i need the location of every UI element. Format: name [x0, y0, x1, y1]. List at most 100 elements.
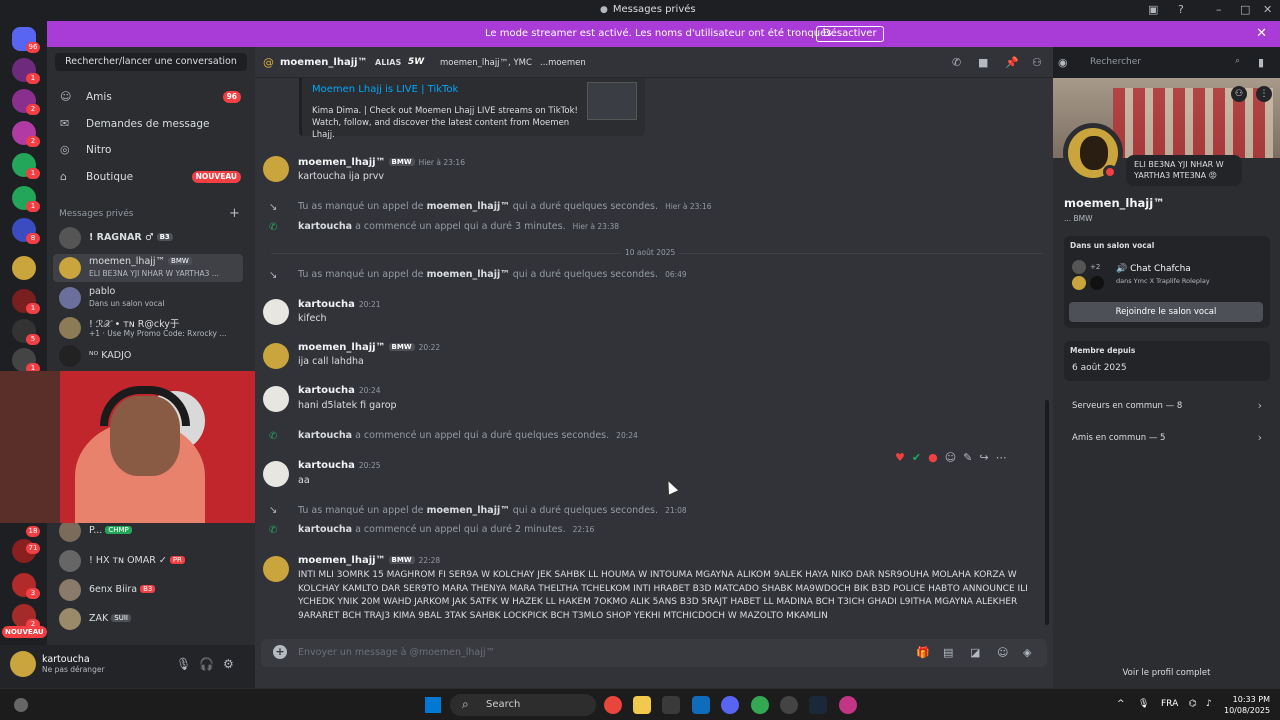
chrome-icon[interactable] [604, 696, 622, 714]
store-icon[interactable] [662, 696, 680, 714]
avatar [59, 317, 81, 339]
maximize-icon[interactable]: □ [1240, 3, 1250, 16]
message-scrollbar[interactable] [1045, 400, 1049, 625]
file-explorer-icon[interactable] [633, 696, 651, 714]
sticker-icon[interactable]: ◪ [970, 646, 980, 659]
avatar[interactable] [263, 386, 289, 412]
embed-description: Kima Dima. | Check out Moemen Lhajj LIVE… [312, 106, 578, 140]
inbox-icon[interactable]: ▮ [1258, 56, 1264, 69]
dm-item[interactable]: pablo Dans un salon vocal [53, 284, 243, 312]
dm-item[interactable]: ! HX ᴛɴ OMAR ✓ PR [53, 547, 243, 575]
message-text: aa [298, 475, 310, 486]
channel-name[interactable]: moemen_lhajj™ [280, 57, 368, 68]
message-text: kifech [298, 313, 327, 324]
windows-start-icon[interactable] [425, 697, 441, 713]
chrome-icon[interactable] [751, 696, 769, 714]
avatar[interactable] [263, 299, 289, 325]
view-full-profile-link[interactable]: Voir le profil complet [1053, 668, 1280, 678]
microphone-icon[interactable]: 🎙 [176, 657, 191, 671]
headset-icon[interactable]: 🎧 [199, 657, 214, 671]
widgets-icon[interactable] [14, 698, 28, 712]
rail-badge: 8 [26, 233, 40, 244]
reply-icon[interactable]: ↪ [979, 451, 995, 464]
dm-item[interactable]: ZAK SUII [53, 605, 243, 633]
search-icon: ⌕ [462, 697, 469, 711]
discord-icon[interactable] [721, 696, 739, 714]
profile-action-icon[interactable]: ⚇ [1231, 86, 1247, 102]
user-profile-icon[interactable]: ◉ [1058, 56, 1068, 69]
tray-chevron-icon[interactable]: ^ [1117, 699, 1125, 709]
avatar[interactable] [263, 556, 289, 582]
heart-reaction-icon[interactable]: ♥ [895, 451, 912, 464]
close-banner-icon[interactable]: ✕ [1256, 26, 1267, 41]
apps-gamepad-icon[interactable]: ◈ [1023, 646, 1031, 659]
taskbar-clock[interactable]: 10:33 PM 10/08/2025 [1224, 694, 1270, 716]
inbox-icon[interactable]: ▣ [1148, 3, 1158, 16]
steam-icon[interactable] [809, 696, 827, 714]
avatar[interactable] [263, 343, 289, 369]
outlook-icon[interactable] [692, 696, 710, 714]
flag-reaction-icon[interactable]: ● [928, 451, 945, 464]
more-options-icon[interactable]: ⋯ [996, 451, 1014, 464]
sidebar-item-nitro[interactable]: ◎ Nitro [53, 138, 249, 162]
message-author[interactable]: moemen_lhajj™ BMW 22:28 [298, 555, 440, 566]
message-author[interactable]: kartoucha 20:24 [298, 385, 381, 396]
sidebar-item-shop[interactable]: ⌂ Boutique NOUVEAU [53, 165, 249, 189]
close-window-icon[interactable]: ✕ [1263, 3, 1272, 16]
dm-item[interactable]: 6enx Biira B3 [53, 576, 243, 604]
mutual-servers-row[interactable]: Serveurs en commun — 8 › [1064, 392, 1270, 420]
embed-title[interactable]: Moemen Lhajj is LIVE | TikTok [312, 84, 458, 95]
sidebar-item-friends[interactable]: ☺ Amis 96 [53, 85, 249, 109]
dm-item[interactable]: ! RAGNAR ♂ B3 [53, 224, 243, 252]
create-dm-icon[interactable]: + [229, 206, 240, 221]
server-rail: 96 1 2 2 1 1 8 1 5 1 18 71 3 2 NOUVEAU [0, 21, 47, 688]
message-text: INTI MLI 3OMRK 15 MAGHROM FI SER9A W KOL… [298, 570, 1028, 621]
banner-image [1113, 88, 1273, 158]
window-title: Messages privés [600, 4, 696, 15]
minimize-icon[interactable]: – [1216, 3, 1222, 16]
language-indicator[interactable]: FRA [1161, 699, 1178, 709]
dm-name: P... CHMP [89, 525, 132, 536]
sidebar-item-message-requests[interactable]: ✉ Demandes de message [53, 112, 249, 136]
message-input[interactable]: + Envoyer un message à @moemen_lhajj™ 🎁 … [261, 639, 1047, 667]
help-icon[interactable]: ? [1178, 3, 1184, 16]
message-author[interactable]: moemen_lhajj™ BMW Hier à 23:16 [298, 157, 465, 168]
add-friends-icon[interactable]: ⚇ [1032, 56, 1042, 69]
microphone-icon[interactable]: 🎙 [1138, 699, 1149, 709]
message-author[interactable]: moemen_lhajj™ BMW 20:22 [298, 342, 440, 353]
voice-call-icon[interactable]: ✆ [952, 56, 961, 69]
mutual-friends-row[interactable]: Amis en commun — 5 › [1064, 424, 1270, 452]
avatar[interactable] [263, 461, 289, 487]
video-call-icon[interactable]: ■ [978, 56, 988, 69]
add-reaction-icon[interactable]: ☺ [945, 451, 963, 464]
message-author[interactable]: kartoucha 20:21 [298, 299, 381, 310]
dm-item[interactable]: ᴺᴼ KADJO [53, 342, 243, 370]
dm-item-active[interactable]: moemen_lhajj™ BMW ELI BE3NA YJI NHAR W YA… [53, 254, 243, 282]
volume-icon[interactable]: ♪ [1206, 699, 1212, 709]
message-author[interactable]: kartoucha 20:25 [298, 460, 381, 471]
chrome-icon[interactable] [839, 696, 857, 714]
dm-name: moemen_lhajj™ BMW [89, 256, 192, 267]
dm-item[interactable]: ! ℛ𝒳 • ᴛɴ R@cky于 +1 · Use My Promo Code:… [53, 314, 243, 342]
avatar[interactable] [263, 156, 289, 182]
search-input[interactable]: Rechercher ⌕ [1084, 52, 1246, 72]
join-voice-button[interactable]: Rejoindre le salon vocal [1069, 302, 1263, 322]
avatar[interactable] [10, 651, 36, 677]
check-reaction-icon[interactable]: ✔ [912, 451, 928, 464]
more-options-icon[interactable]: ⋮ [1256, 86, 1272, 102]
upload-plus-icon[interactable]: + [273, 645, 287, 659]
server-icon[interactable] [12, 256, 36, 280]
emoji-icon[interactable]: ☺ [997, 646, 1008, 659]
gift-icon[interactable]: 🎁 [916, 646, 930, 659]
app-icon[interactable] [780, 696, 798, 714]
system-message: kartoucha a commencé un appel qui a duré… [298, 430, 638, 441]
find-conversation-button[interactable]: Rechercher/lancer une conversation [55, 53, 247, 71]
pin-icon[interactable]: 📌 [1005, 56, 1019, 69]
edit-icon[interactable]: ✎ [963, 451, 979, 464]
settings-gear-icon[interactable]: ⚙ [223, 657, 234, 671]
gif-icon[interactable]: ▤ [943, 646, 953, 659]
taskbar-search[interactable]: ⌕ Search [450, 694, 596, 716]
disable-streamer-button[interactable]: Désactiver [816, 26, 884, 42]
network-icon[interactable]: ⌬ [1189, 699, 1197, 709]
embed-thumbnail[interactable] [587, 82, 637, 120]
